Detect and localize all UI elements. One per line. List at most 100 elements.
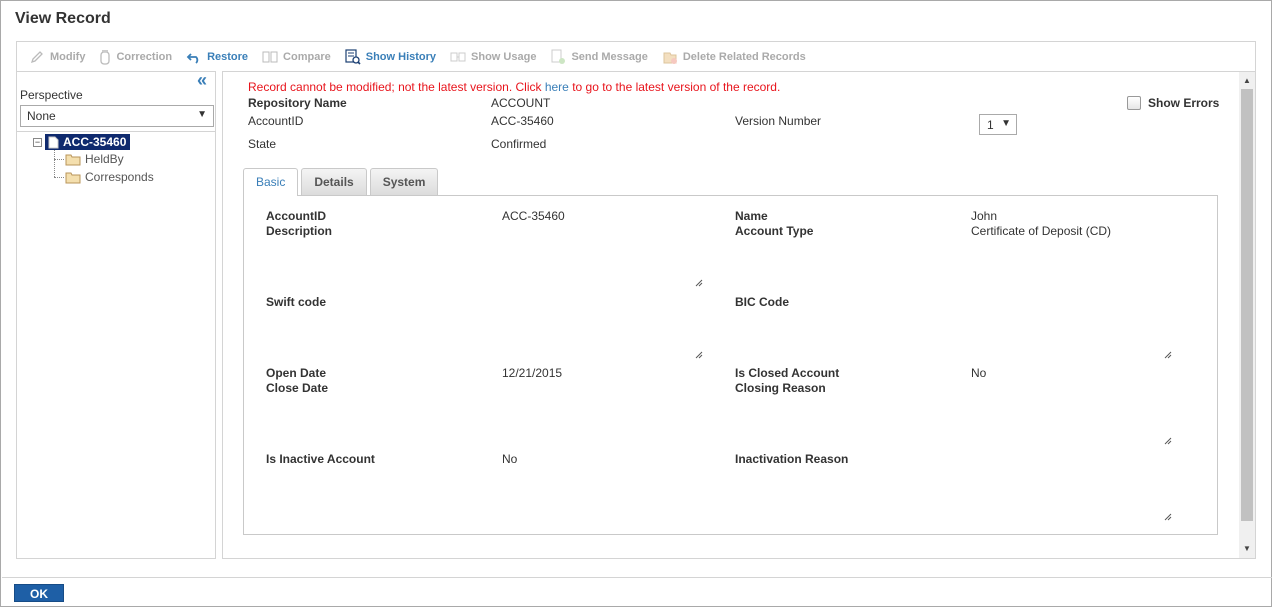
compare-label: Compare	[283, 50, 331, 63]
compare-button[interactable]: Compare	[262, 50, 331, 64]
account-type-label: Account Type	[735, 224, 814, 238]
restore-label: Restore	[207, 50, 249, 63]
tree-separator	[17, 131, 215, 132]
send-message-button[interactable]: Send Message	[550, 49, 648, 65]
closing-reason-label: Closing Reason	[735, 381, 826, 395]
version-select[interactable]: 1 ▼	[979, 114, 1017, 135]
tree-node-heldby[interactable]: HeldBy	[65, 152, 124, 166]
history-icon	[345, 48, 361, 65]
accountid-header-value: ACC-35460	[491, 114, 554, 128]
tree-node-selected[interactable]: ACC-35460	[45, 134, 131, 150]
version-warning: Record cannot be modified; not the lates…	[248, 80, 780, 94]
collapse-panel-icon[interactable]: «	[197, 71, 207, 89]
toolbar: Modify Correction Restore Compare Show H…	[16, 41, 1256, 71]
undo-icon	[186, 52, 199, 64]
jar-icon	[100, 49, 111, 65]
tab-basic[interactable]: Basic	[243, 168, 299, 196]
show-errors-label: Show Errors	[1148, 96, 1220, 110]
pencil-icon	[30, 50, 43, 63]
tree-node-corresponds[interactable]: Corresponds	[65, 170, 154, 184]
perspective-label: Perspective	[20, 88, 83, 102]
is-inactive-label: Is Inactive Account	[266, 452, 375, 466]
resize-grip-icon[interactable]	[1164, 437, 1172, 445]
state-value: Confirmed	[491, 137, 547, 151]
folder-icon	[65, 154, 81, 165]
state-label: State	[248, 137, 277, 151]
vertical-scrollbar[interactable]: ▲ ▼	[1239, 72, 1255, 558]
folder-icon	[65, 172, 81, 183]
name-value: John	[971, 209, 998, 223]
perspective-select[interactable]: None ▼	[20, 105, 214, 127]
closing-reason-field[interactable]	[971, 381, 1173, 445]
tree-child-label: Corresponds	[85, 170, 154, 184]
caret-down-icon: ▼	[1001, 118, 1011, 129]
tree-collapse-icon[interactable]: −	[33, 137, 42, 147]
restore-button[interactable]: Restore	[186, 50, 248, 64]
delete-related-records-button[interactable]: Delete Related Records	[662, 49, 806, 65]
tree-connector	[54, 177, 64, 178]
document-icon	[48, 136, 59, 148]
modify-label: Modify	[50, 50, 86, 63]
show-usage-button[interactable]: Show Usage	[450, 50, 536, 64]
repository-name-label: Repository Name	[248, 96, 347, 110]
delete-related-records-label: Delete Related Records	[682, 50, 806, 63]
warning-text-start: Record cannot be modified; not the lates…	[248, 80, 545, 94]
version-value: 1	[987, 118, 994, 132]
scroll-thumb[interactable]	[1241, 89, 1253, 521]
show-errors-checkbox[interactable]	[1127, 96, 1141, 110]
view-record-dialog: View Record Modify Correction Restore Co…	[0, 0, 1272, 607]
caret-down-icon: ▼	[197, 109, 207, 120]
close-date-label: Close Date	[266, 381, 329, 395]
inactivation-reason-field[interactable]	[971, 452, 1173, 516]
tab-system[interactable]: System	[369, 168, 439, 195]
tree-root-label: ACC-35460	[63, 135, 127, 149]
name-label: Name	[735, 209, 768, 223]
usage-icon	[450, 52, 466, 61]
accountid-label: AccountID	[266, 209, 326, 223]
left-panel: « Perspective None ▼ − ACC-35460 HeldBy …	[16, 71, 216, 559]
bic-code-label: BIC Code	[735, 295, 789, 309]
swift-code-field[interactable]	[502, 295, 704, 359]
main-panel: Record cannot be modified; not the lates…	[222, 71, 1256, 559]
open-date-label: Open Date	[266, 366, 327, 380]
resize-grip-icon[interactable]	[1164, 513, 1172, 521]
tab-bar: Basic Details System	[243, 168, 441, 196]
bic-code-field[interactable]	[971, 295, 1173, 359]
resize-grip-icon[interactable]	[695, 279, 703, 287]
tab-details[interactable]: Details	[301, 168, 367, 195]
is-closed-label: Is Closed Account	[735, 366, 840, 380]
correction-button[interactable]: Correction	[99, 49, 172, 65]
accountid-header-label: AccountID	[248, 114, 304, 128]
basic-tab-content: AccountID ACC-35460 Name John Descriptio…	[243, 195, 1218, 535]
account-type-value: Certificate of Deposit (CD)	[971, 224, 1112, 238]
show-errors-toggle[interactable]: Show Errors	[1127, 96, 1219, 110]
scroll-down-icon[interactable]: ▼	[1243, 544, 1251, 553]
latest-version-link[interactable]: here	[545, 80, 569, 94]
tree-child-label: HeldBy	[85, 152, 124, 166]
inactivation-reason-label: Inactivation Reason	[735, 452, 849, 466]
send-message-label: Send Message	[571, 50, 648, 63]
warning-text-end: to go to the latest version of the recor…	[568, 80, 781, 94]
repository-name-value: ACCOUNT	[491, 96, 551, 110]
resize-grip-icon[interactable]	[1164, 351, 1172, 359]
send-message-icon	[551, 49, 566, 64]
tree-connector	[54, 159, 64, 160]
tree-root: − ACC-35460	[33, 134, 131, 150]
ok-button[interactable]: OK	[14, 584, 64, 602]
modify-button[interactable]: Modify	[29, 49, 85, 65]
version-number-label: Version Number	[735, 114, 822, 128]
is-inactive-value: No	[502, 452, 518, 466]
swift-code-label: Swift code	[266, 295, 327, 309]
show-history-button[interactable]: Show History	[345, 48, 437, 65]
correction-label: Correction	[116, 50, 173, 63]
delete-related-icon	[663, 52, 677, 64]
description-label: Description	[266, 224, 333, 238]
footer-divider	[2, 577, 1272, 578]
scroll-up-icon[interactable]: ▲	[1243, 76, 1251, 85]
compare-icon	[262, 51, 278, 62]
resize-grip-icon[interactable]	[695, 351, 703, 359]
accountid-value: ACC-35460	[502, 209, 565, 223]
show-history-label: Show History	[365, 50, 437, 63]
description-field[interactable]	[502, 224, 704, 288]
dialog-title: View Record	[15, 10, 111, 27]
